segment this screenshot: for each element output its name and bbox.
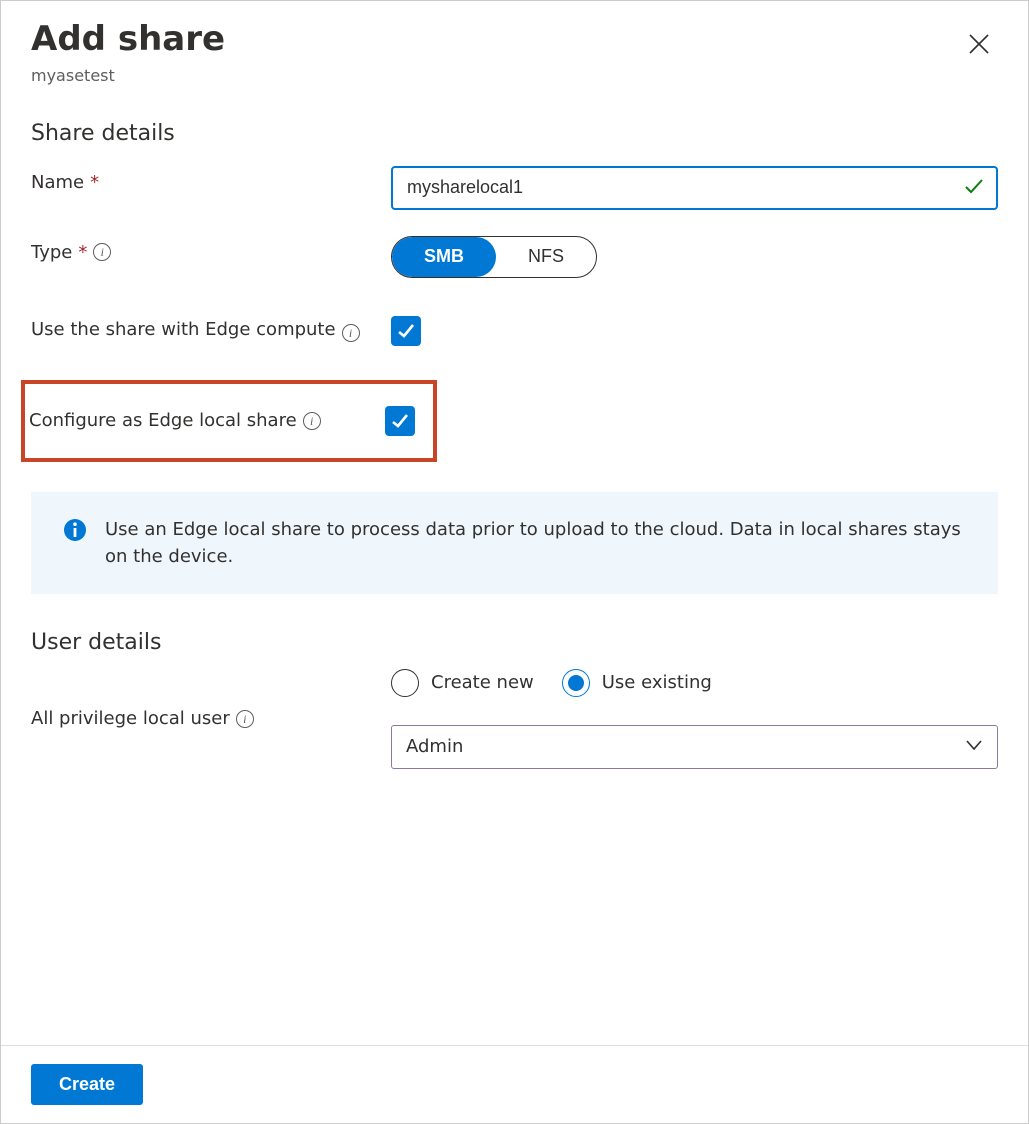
info-banner-icon [63, 518, 87, 550]
create-button[interactable]: Create [31, 1064, 143, 1105]
all-privilege-label: All privilege local user i [31, 708, 391, 729]
edge-local-label-text: Configure as Edge local share [29, 410, 297, 431]
all-privilege-control: Create new Use existing Admin [391, 669, 998, 769]
required-indicator: * [78, 242, 87, 263]
edge-compute-label: Use the share with Edge compute i [31, 316, 391, 342]
name-input[interactable] [391, 166, 998, 210]
type-label: Type * i [31, 236, 391, 263]
type-toggle: SMB NFS [391, 236, 597, 278]
panel-footer: Create [1, 1045, 1028, 1123]
type-row: Type * i SMB NFS [31, 236, 998, 280]
name-label-text: Name [31, 172, 84, 193]
panel-content: Share details Name * Type * i [1, 85, 1028, 769]
name-label: Name * [31, 166, 391, 193]
edge-compute-checkbox[interactable] [391, 316, 421, 346]
add-share-panel: Add share myasetest Share details Name *… [0, 0, 1029, 1124]
name-input-wrap [391, 166, 998, 210]
edge-compute-control [391, 316, 998, 346]
info-icon[interactable]: i [342, 324, 360, 342]
valid-check-icon [962, 174, 986, 202]
all-privilege-label-text: All privilege local user [31, 708, 230, 729]
edge-local-control [385, 406, 415, 436]
type-nfs-button[interactable]: NFS [496, 237, 596, 277]
radio-circle-selected-icon [562, 669, 590, 697]
info-icon[interactable]: i [303, 412, 321, 430]
user-select-wrap: Admin [391, 725, 998, 769]
required-indicator: * [90, 172, 99, 193]
info-icon[interactable]: i [236, 710, 254, 728]
panel-header: Add share myasetest [1, 1, 1028, 85]
edge-local-label: Configure as Edge local share i [29, 410, 385, 431]
user-select-value: Admin [406, 736, 463, 757]
type-control: SMB NFS [391, 236, 998, 278]
info-banner: Use an Edge local share to process data … [31, 492, 998, 594]
edge-compute-row: Use the share with Edge compute i [31, 316, 998, 360]
radio-use-existing[interactable]: Use existing [562, 669, 712, 697]
radio-dot-icon [568, 675, 584, 691]
radio-circle-icon [391, 669, 419, 697]
type-label-text: Type [31, 242, 72, 263]
info-icon[interactable]: i [93, 243, 111, 261]
close-icon [968, 33, 990, 55]
chevron-down-icon [964, 735, 984, 759]
close-button[interactable] [964, 29, 994, 59]
edge-local-checkbox[interactable] [385, 406, 415, 436]
radio-existing-label: Use existing [602, 672, 712, 693]
page-title: Add share [31, 19, 998, 60]
edge-compute-label-text: Use the share with Edge compute [31, 319, 336, 340]
user-radio-group: Create new Use existing [391, 669, 998, 697]
check-icon [390, 411, 410, 431]
type-smb-button[interactable]: SMB [392, 237, 496, 277]
user-details-heading: User details [31, 630, 998, 655]
info-banner-text: Use an Edge local share to process data … [105, 516, 966, 570]
radio-create-new[interactable]: Create new [391, 669, 534, 697]
all-privilege-row: All privilege local user i Create new Us… [31, 669, 998, 769]
name-row: Name * [31, 166, 998, 210]
edge-local-highlight: Configure as Edge local share i [21, 380, 437, 462]
share-details-heading: Share details [31, 121, 998, 146]
page-subtitle: myasetest [31, 66, 998, 85]
check-icon [396, 321, 416, 341]
radio-create-label: Create new [431, 672, 534, 693]
user-select[interactable]: Admin [391, 725, 998, 769]
